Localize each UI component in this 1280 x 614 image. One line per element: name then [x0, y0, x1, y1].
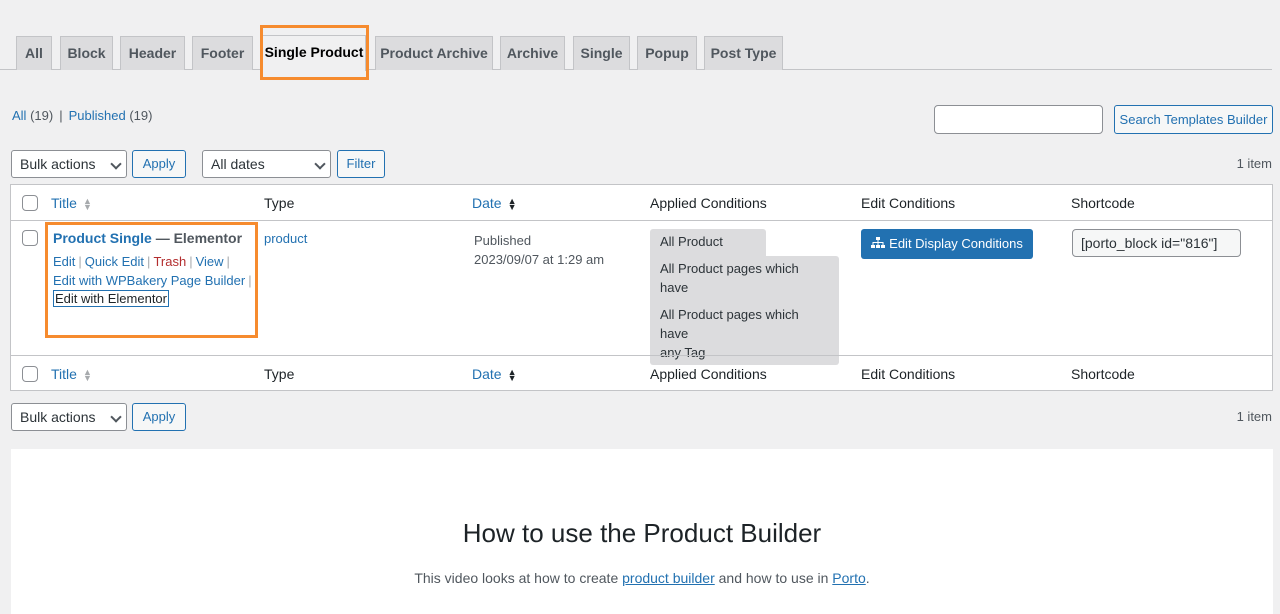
- chevron-down-icon: [110, 411, 122, 423]
- tab-footer[interactable]: Footer: [192, 36, 253, 70]
- row-title: Product Single — Elementor: [53, 230, 242, 246]
- column-date-label: Date: [472, 366, 502, 382]
- items-count-bottom: 1 item: [1236, 409, 1272, 424]
- column-shortcode-footer: Shortcode: [1071, 366, 1135, 382]
- items-count-top: 1 item: [1236, 156, 1272, 171]
- tab-single[interactable]: Single: [573, 36, 630, 70]
- filter-all-link[interactable]: All (19): [12, 108, 53, 123]
- tab-post-type[interactable]: Post Type: [704, 36, 783, 70]
- table-header: Title ▲ ▼ Type Date ▲ ▼ Applied Conditions E…: [11, 185, 1272, 221]
- chevron-down-icon: [110, 158, 122, 170]
- quick-edit-link[interactable]: Quick Edit: [85, 254, 144, 269]
- view-link[interactable]: View: [196, 254, 224, 269]
- templates-table: Title ▲ ▼ Type Date ▲ ▼ Applied Conditions E…: [10, 184, 1273, 391]
- row-title-link[interactable]: Product Single: [53, 230, 152, 246]
- help-panel-title: How to use the Product Builder: [462, 518, 822, 548]
- condition-text: All Product pages which have: [660, 307, 799, 341]
- product-builder-link[interactable]: product builder: [622, 570, 715, 586]
- edit-conditions-label: Edit Display Conditions: [889, 236, 1023, 251]
- filter-published-count: (19): [129, 108, 153, 123]
- edit-display-conditions-button[interactable]: Edit Display Conditions: [861, 229, 1033, 259]
- sort-icon: ▲ ▼: [507, 367, 517, 384]
- select-all-checkbox[interactable]: [22, 195, 38, 211]
- filter-button[interactable]: Filter: [337, 150, 385, 178]
- tab-product-archive[interactable]: Product Archive: [375, 36, 493, 70]
- search-templates-button[interactable]: Search Templates Builder: [1114, 105, 1273, 134]
- row-date: Published 2023/09/07 at 1:29 am: [474, 231, 604, 269]
- chevron-down-icon: [314, 158, 326, 170]
- filter-published-label: Published: [68, 108, 126, 123]
- pipe-separator: |: [78, 254, 82, 269]
- column-title-header[interactable]: Title ▲ ▼: [51, 195, 92, 213]
- apply-button-top[interactable]: Apply: [132, 150, 186, 178]
- condition-text: All Product pages which have: [660, 261, 799, 295]
- row-type-link[interactable]: product: [264, 231, 307, 246]
- row-actions: Edit | Quick Edit | Trash | View |: [53, 254, 233, 269]
- help-panel-description: This video looks at how to create produc…: [11, 570, 1273, 586]
- column-shortcode-header: Shortcode: [1071, 195, 1135, 211]
- sitemap-icon: [871, 237, 886, 248]
- table-footer: Title ▲ ▼ Type Date ▲ ▼ Applied Conditions E…: [11, 355, 1272, 391]
- column-edit-conditions-header: Edit Conditions: [861, 195, 956, 211]
- row-actions-3: Edit with Elementor: [53, 290, 169, 307]
- tab-popup[interactable]: Popup: [637, 36, 697, 70]
- edit-elementor-link[interactable]: Edit with Elementor: [53, 290, 169, 307]
- dates-select[interactable]: All dates: [202, 150, 331, 178]
- edit-link[interactable]: Edit: [53, 254, 75, 269]
- help-desc-text: and how to use in: [718, 570, 829, 586]
- row-date-value: 2023/09/07 at 1:29 am: [474, 252, 605, 267]
- tab-archive[interactable]: Archive: [500, 36, 565, 70]
- column-applied-conditions-footer: Applied Conditions: [650, 366, 767, 382]
- filter-published-link[interactable]: Published (19): [69, 108, 153, 123]
- tab-block[interactable]: Block: [60, 36, 113, 70]
- column-title-footer[interactable]: Title ▲ ▼: [51, 366, 92, 384]
- column-applied-conditions-header: Applied Conditions: [650, 195, 767, 211]
- apply-button-bottom[interactable]: Apply: [132, 403, 186, 431]
- template-type-tabs: All Block Header Footer Single Product P…: [0, 0, 1272, 80]
- column-title-label: Title: [51, 366, 77, 382]
- bulk-actions-select-top[interactable]: Bulk actions: [11, 150, 127, 178]
- sort-icon: ▲ ▼: [82, 367, 92, 384]
- trash-link[interactable]: Trash: [153, 254, 186, 269]
- edit-wpbakery-link[interactable]: Edit with WPBakery Page Builder: [53, 273, 245, 288]
- sort-icon: ▲ ▼: [82, 196, 92, 213]
- column-title-label: Title: [51, 195, 77, 211]
- column-type-header: Type: [264, 195, 295, 211]
- pipe-separator: |: [189, 254, 193, 269]
- column-edit-conditions-footer: Edit Conditions: [861, 366, 956, 382]
- pipe-separator: |: [248, 273, 252, 288]
- pipe-separator: |: [147, 254, 151, 269]
- column-date-footer[interactable]: Date ▲ ▼: [472, 366, 517, 384]
- row-checkbox[interactable]: [22, 230, 38, 246]
- column-date-label: Date: [472, 195, 502, 211]
- row-post-state: — Elementor: [155, 230, 243, 246]
- pipe-separator: |: [226, 254, 230, 269]
- bulk-actions-value: Bulk actions: [20, 156, 96, 172]
- help-desc-period: .: [865, 570, 870, 586]
- status-filters: All (19) | Published (19): [12, 108, 152, 123]
- help-desc-text: This video looks at how to create: [414, 570, 619, 586]
- column-type-footer: Type: [264, 366, 295, 382]
- filter-all-label: All: [12, 108, 27, 123]
- tab-all[interactable]: All: [16, 36, 52, 70]
- shortcode-field[interactable]: [porto_block id="816"]: [1072, 229, 1241, 257]
- tab-header[interactable]: Header: [120, 36, 185, 70]
- help-panel: How to use the Product Builder This vide…: [11, 449, 1273, 614]
- filter-all-count: (19): [30, 108, 54, 123]
- row-actions-2: Edit with WPBakery Page Builder |: [53, 273, 255, 288]
- sort-icon: ▲ ▼: [507, 196, 517, 213]
- filter-separator: |: [59, 108, 63, 123]
- bulk-actions-value: Bulk actions: [20, 409, 96, 425]
- tab-single-product[interactable]: Single Product: [262, 35, 366, 71]
- bulk-actions-select-bottom[interactable]: Bulk actions: [11, 403, 127, 431]
- column-date-header[interactable]: Date ▲ ▼: [472, 195, 517, 213]
- search-input[interactable]: [934, 105, 1103, 134]
- row-date-status: Published: [474, 233, 532, 248]
- porto-link[interactable]: Porto: [832, 570, 865, 586]
- dates-value: All dates: [211, 156, 265, 172]
- select-all-checkbox-bottom[interactable]: [22, 366, 38, 382]
